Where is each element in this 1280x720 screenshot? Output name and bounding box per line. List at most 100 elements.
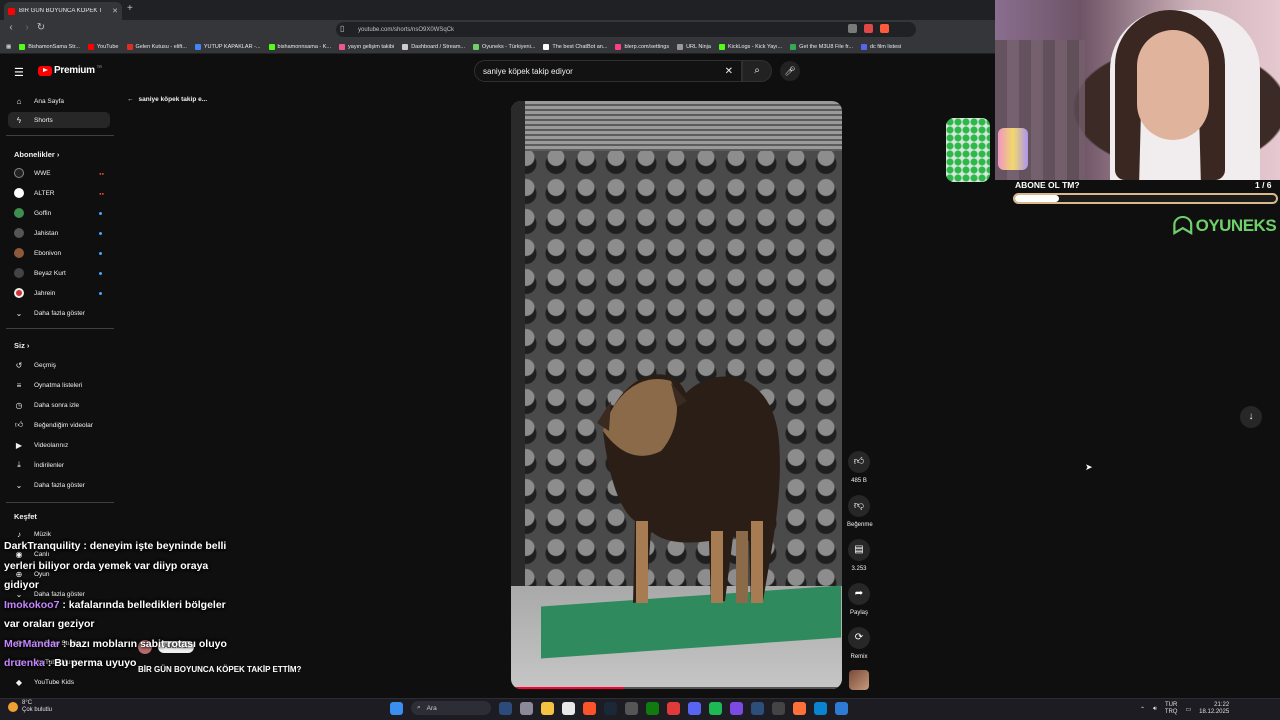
sidebar-channel[interactable]: Goffin — [8, 205, 110, 221]
store-icon[interactable] — [562, 701, 575, 715]
sidebar-channel[interactable]: Beyaz Kurt — [8, 265, 110, 281]
bookmark-icon[interactable]: ▯ — [340, 24, 344, 33]
chat-text: : Bu perma uyuyo — [44, 657, 137, 669]
youtube-logo[interactable]: Premium TR — [38, 64, 102, 76]
sidebar-item-history[interactable]: ↺ Geçmiş — [8, 357, 110, 373]
network-icon[interactable]: ▭ — [1185, 706, 1191, 713]
home-icon: ⌂ — [16, 96, 22, 106]
bookmark-item[interactable]: YUTUP KAPAKLAR -... — [194, 43, 261, 50]
bookmark-item[interactable]: bishamonnsama - K... — [268, 43, 331, 50]
sidebar-channel[interactable]: Jahistan — [8, 225, 110, 241]
bookmark-item[interactable]: YouTube — [87, 43, 119, 50]
spotify-icon[interactable] — [709, 701, 722, 715]
firefox-icon[interactable] — [793, 701, 806, 715]
remix-button[interactable]: ⟳ Remix — [847, 627, 871, 660]
bookmark-item[interactable]: The best ChatBot an... — [543, 43, 607, 50]
bookmark-item[interactable]: yayın gelişim takibi — [339, 43, 394, 50]
language-indicator[interactable]: TUR TRQ — [1165, 702, 1178, 716]
show-more-subscriptions[interactable]: ⌄ Daha fazla göster — [8, 305, 110, 321]
sidebar-channel[interactable]: Ebonivon — [8, 245, 110, 261]
video-progress-bar[interactable] — [511, 687, 842, 689]
app-icon[interactable] — [751, 701, 764, 715]
avatar — [14, 168, 24, 178]
back-to-results[interactable]: ← saniye köpek takip e... — [127, 96, 207, 103]
windows-start-icon[interactable] — [390, 701, 403, 715]
search-input[interactable]: saniye köpek takip ediyor ✕ — [474, 60, 742, 82]
bookmark-item[interactable]: blerp.com/settings — [615, 43, 669, 50]
task-view-icon[interactable] — [520, 701, 533, 715]
comments-button[interactable]: ▤ 3.253 — [847, 539, 871, 572]
reload-icon[interactable]: ↻ — [34, 22, 48, 33]
sidebar-channel[interactable]: ALTER ●● — [8, 185, 110, 201]
bookmark-item[interactable]: Oyuneks - Türkiyeni... — [473, 43, 535, 50]
sidebar-channel[interactable]: Jahrein — [8, 285, 110, 301]
app-icon[interactable] — [667, 701, 680, 715]
new-tab-button[interactable]: + — [127, 3, 133, 14]
shorts-video-player[interactable] — [511, 101, 842, 689]
sidebar-item-shorts[interactable]: ϟ Shorts — [8, 112, 110, 128]
address-bar[interactable]: youtube.com/shorts/nsO9X0WSqCk — [336, 22, 916, 37]
app-icon[interactable] — [772, 701, 785, 715]
dislike-button[interactable]: 👎︎ Beğenme — [847, 495, 873, 528]
xbox-icon[interactable] — [646, 701, 659, 715]
brave-icon[interactable] — [583, 701, 596, 715]
clock[interactable]: 21:22 18.12.2025 — [1199, 702, 1229, 716]
file-explorer-icon[interactable] — [541, 701, 554, 715]
show-more-you[interactable]: ⌄ Daha fazla göster — [8, 477, 110, 493]
sidebar-item-watch-later[interactable]: ◷ Daha sonra izle — [8, 397, 110, 413]
discord-icon[interactable] — [688, 701, 701, 715]
forward-arrow-icon[interactable]: › — [20, 22, 34, 33]
twitch-icon[interactable] — [730, 701, 743, 715]
youtube-favicon-icon — [8, 7, 15, 15]
apps-grid-icon[interactable]: ▦ — [6, 44, 11, 50]
obs-icon[interactable] — [625, 701, 638, 715]
tab-close-icon[interactable]: ✕ — [112, 7, 118, 15]
new-content-dot — [99, 231, 102, 235]
bookmark-item[interactable]: Gelen Kutusu - elift... — [126, 43, 187, 50]
oyuneks-mascot-icon: ᗣ — [1172, 211, 1194, 241]
notification-icon[interactable] — [880, 24, 889, 33]
sidebar-item-liked[interactable]: 👍︎ Beğendiğim videolar — [8, 417, 110, 433]
sidebar-item-downloads[interactable]: ⤓ İndirilenler — [8, 457, 110, 473]
adblock-icon[interactable] — [864, 24, 873, 33]
bookmark-item[interactable]: BishamonSama Str... — [19, 43, 80, 50]
taskbar-search[interactable]: ⌕ Ara — [411, 701, 491, 715]
you-header[interactable]: Siz › — [14, 341, 29, 350]
extension-icon[interactable] — [848, 24, 857, 33]
steam-icon[interactable] — [604, 701, 617, 715]
stream-chat-overlay: DarkTranquility : deneyim işte beyninde … — [4, 537, 240, 674]
sound-thumbnail[interactable] — [849, 670, 869, 690]
chat-message: MerMandar : bazı mobların sabit rotası o… — [4, 635, 240, 655]
search-icon: ⌕ — [754, 65, 760, 76]
weather-widget[interactable]: 8°C Çok bulutlu — [8, 700, 52, 714]
bookmark-item[interactable]: KickLogs - Kick Yayı... — [718, 43, 782, 50]
sidebar-item-playlists[interactable]: ≡ Oynatma listeleri — [8, 377, 110, 393]
thumbs-up-icon: 👍︎ — [848, 451, 870, 473]
bookmark-item[interactable]: Get the M3U8 File fr... — [790, 43, 853, 50]
clear-search-icon[interactable]: ✕ — [725, 66, 733, 77]
sidebar-channel[interactable]: WWE ●● — [8, 165, 110, 181]
like-button[interactable]: 👍︎ 485 B — [847, 451, 871, 484]
back-arrow-icon[interactable]: ‹ — [4, 22, 18, 33]
sidebar-item-your-videos[interactable]: ▶ Videolarınız — [8, 437, 110, 453]
widgets-icon[interactable] — [499, 701, 512, 715]
chat-username: druenka — [4, 657, 45, 669]
volume-icon[interactable]: 🔊︎ — [1153, 706, 1157, 713]
mic-icon[interactable]: 🎤︎ — [780, 61, 800, 81]
chevron-up-icon[interactable]: ⌃ — [1140, 706, 1145, 713]
search-button[interactable]: ⌕ — [742, 60, 772, 82]
bookmark-item[interactable]: Dashboard / Stream... — [402, 43, 465, 50]
app-icon[interactable] — [835, 701, 848, 715]
sidebar-item-yt-kids[interactable]: ◆ YouTube Kids — [8, 674, 110, 690]
avatar — [14, 248, 24, 258]
browser-tab[interactable]: BİR GÜN BOYUNCA KÖPEK T ✕ — [4, 2, 122, 20]
bookmark-item[interactable]: URL Ninja — [677, 43, 711, 50]
subscriptions-header[interactable]: Abonelikler › — [14, 150, 59, 159]
bookmark-item[interactable]: dc film listesi — [860, 43, 901, 50]
share-button[interactable]: ➦ Paylaş — [847, 583, 871, 616]
arrow-down-icon: ↓ — [1248, 411, 1254, 422]
sidebar-item-home[interactable]: ⌂ Ana Sayfa — [8, 93, 110, 109]
edge-icon[interactable] — [814, 701, 827, 715]
next-short-button[interactable]: ↓ — [1240, 406, 1262, 428]
menu-icon[interactable]: ☰ — [14, 66, 24, 79]
